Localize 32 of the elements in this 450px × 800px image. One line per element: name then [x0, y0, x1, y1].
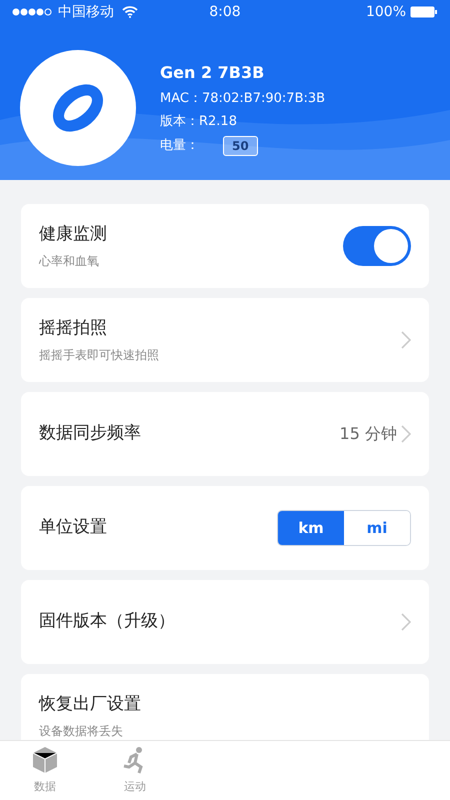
chevron-icon — [401, 331, 411, 349]
setting-title: 摇摇拍照 — [39, 317, 108, 340]
tab-item[interactable]: 运动 — [90, 741, 180, 800]
battery-level: 50 — [223, 136, 258, 156]
device-info: 版本：R2.18 — [160, 113, 238, 131]
setting-subtitle: 设备数据将丢失 — [39, 722, 124, 740]
setting-title: 单位设置 — [39, 516, 108, 540]
setting-title: 固件版本（升级） — [39, 610, 176, 634]
device-info: MAC：78:02:B7:90:7B:3B — [160, 90, 326, 108]
battery-percent: 100% — [366, 2, 406, 22]
chevron-icon — [401, 613, 411, 631]
setting-title: 恢复出厂设置 — [39, 693, 142, 716]
settings-card[interactable]: 固件版本（升级） — [21, 580, 429, 664]
settings-card[interactable]: 数据同步频率 15 分钟 — [21, 392, 429, 476]
setting-subtitle: 摇摇手表即可快速拍照 — [39, 346, 160, 364]
unit-option[interactable]: km — [278, 511, 344, 545]
setting-subtitle: 心率和血氧 — [39, 252, 100, 270]
device-name: Gen 2 7B3B — [160, 62, 266, 84]
carrier-name: 中国移动 — [58, 2, 114, 22]
cube-icon — [30, 745, 60, 775]
setting-value: 15 分钟 — [340, 423, 397, 445]
toggle-switch[interactable] — [343, 226, 411, 266]
chevron-icon — [401, 425, 411, 443]
setting-title: 健康监测 — [39, 223, 108, 246]
signal-icon — [12, 8, 54, 16]
battery-icon — [410, 6, 438, 18]
tab-item[interactable]: 数据 — [0, 741, 90, 800]
battery-label: 电量： — [160, 136, 199, 155]
setting-title: 数据同步频率 — [39, 422, 142, 446]
wifi-icon — [122, 6, 138, 18]
settings-card[interactable]: 摇摇拍照 摇摇手表即可快速拍照 — [21, 298, 429, 382]
clock-time: 8:08 — [209, 2, 241, 22]
